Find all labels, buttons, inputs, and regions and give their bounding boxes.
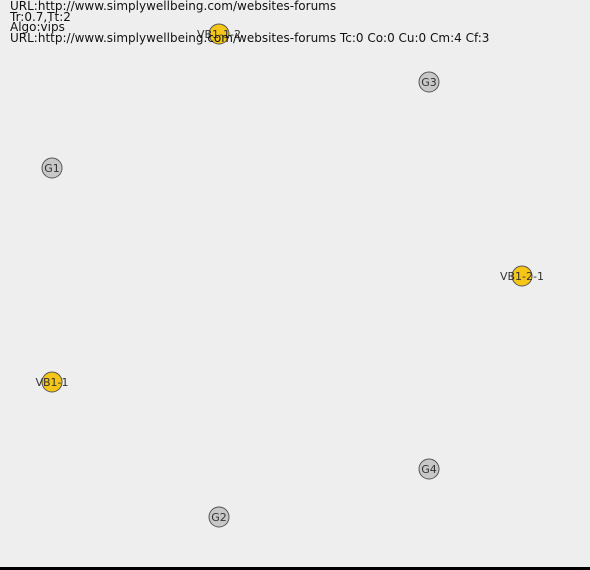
node-label: VB1-2-1 (500, 270, 544, 283)
node-label: G1 (44, 162, 60, 175)
node-label: G4 (421, 463, 437, 476)
node-vb1-1: VB1-1 (35, 371, 69, 393)
nodes-layer: VB1-1-2G3G1VB1-2-1VB1-1G4G2 (35, 23, 544, 528)
node-g1: G1 (41, 157, 63, 179)
stats-line: URL:http://www.simplywellbeing.com/websi… (10, 31, 490, 45)
node-label: G2 (211, 511, 227, 524)
node-label: G3 (421, 76, 437, 89)
node-g3: G3 (418, 71, 440, 93)
node-label: VB1-1 (35, 376, 68, 389)
graph-canvas: VB1-1-2G3G1VB1-2-1VB1-1G4G2 (35, 23, 544, 528)
node-vb1-2-1: VB1-2-1 (500, 265, 544, 287)
node-g2: G2 (208, 506, 230, 528)
node-g4: G4 (418, 458, 440, 480)
